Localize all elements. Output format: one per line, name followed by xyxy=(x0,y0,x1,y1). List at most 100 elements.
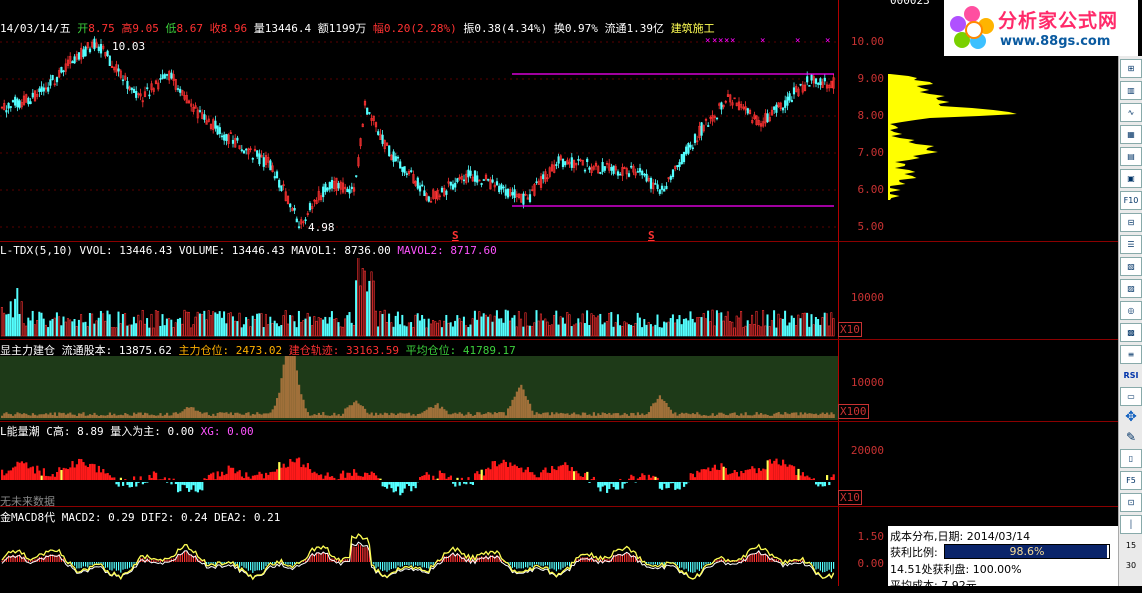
build-bar xyxy=(591,416,593,418)
candle-body xyxy=(131,88,133,90)
tide-chart[interactable] xyxy=(0,436,838,506)
volume-bar xyxy=(98,318,99,336)
float-label: 流通 xyxy=(605,22,627,35)
profit-line: 14.51处获利盘: 100.00% xyxy=(890,561,1022,577)
build-bar xyxy=(32,413,34,418)
toolbar-button[interactable]: ▦ xyxy=(1120,125,1142,144)
signal-star: × xyxy=(825,36,830,46)
tide-bar xyxy=(56,472,58,480)
candle-body xyxy=(468,170,470,177)
tide-bar xyxy=(124,479,126,480)
build-bar xyxy=(461,414,463,418)
toolbar-button[interactable]: ≡ xyxy=(1120,345,1142,364)
toolbar-button[interactable]: ☰ xyxy=(1120,235,1142,254)
tide-bar xyxy=(762,469,764,480)
build-bar xyxy=(734,412,736,418)
toolbar-button[interactable]: ▧ xyxy=(1120,257,1142,276)
tide-bar xyxy=(789,465,791,480)
tide-bar xyxy=(349,473,351,480)
volume-bar xyxy=(551,325,552,336)
tide-bar xyxy=(23,463,25,480)
volume-bar xyxy=(28,318,29,336)
build-bar xyxy=(355,401,357,418)
toolbar-button[interactable]: ▯ xyxy=(1120,449,1142,468)
toolbar-button[interactable]: ⊞ xyxy=(1120,59,1142,78)
period-30[interactable]: 30 xyxy=(1121,557,1141,574)
candle-body xyxy=(562,159,564,167)
volume-bar xyxy=(668,322,669,336)
toolbar-button[interactable]: │ xyxy=(1120,515,1142,534)
toolbar-button[interactable]: ∿ xyxy=(1120,103,1142,122)
toolbar-button[interactable]: ▨ xyxy=(1120,279,1142,298)
candle-body xyxy=(419,186,421,191)
volume-bar xyxy=(787,326,788,336)
volume-bar xyxy=(164,325,165,336)
toolbar-button[interactable]: ▤ xyxy=(1120,147,1142,166)
tide-bar xyxy=(767,460,769,480)
build-bar xyxy=(742,415,744,418)
volume-bar xyxy=(729,321,730,336)
toolbar-button-f5[interactable]: F5 xyxy=(1120,471,1142,490)
toolbar-button[interactable]: ◎ xyxy=(1120,301,1142,320)
tide-bar xyxy=(797,469,799,480)
toolbar-button[interactable]: ⊟ xyxy=(1120,213,1142,232)
tide-bar xyxy=(516,466,518,480)
volume-bar xyxy=(157,311,158,336)
candle-body xyxy=(325,184,327,192)
tide-bar xyxy=(362,477,364,480)
build-bar xyxy=(430,407,432,418)
volume-bar xyxy=(21,302,22,336)
tide-bar xyxy=(828,482,830,485)
tide-bar xyxy=(492,461,494,480)
price-chart[interactable]: ×××××××× xyxy=(0,0,838,240)
build-chart[interactable] xyxy=(0,356,838,420)
volume-bar xyxy=(699,317,700,336)
build-bar xyxy=(159,413,161,418)
volume-bar xyxy=(252,316,253,336)
toolbar-button[interactable]: ▩ xyxy=(1120,323,1142,342)
tide-bar xyxy=(683,482,685,487)
toolbar-button[interactable]: ▣ xyxy=(1120,169,1142,188)
site-logo[interactable]: 分析家公式网 www.88gs.com xyxy=(944,0,1138,56)
move-icon[interactable]: ✥ xyxy=(1121,409,1141,426)
tide-bar xyxy=(465,482,467,484)
pin-icon[interactable]: ✎ xyxy=(1121,429,1141,446)
tide-bar xyxy=(283,464,285,480)
close-value: 8.96 xyxy=(221,22,248,35)
tide-bar xyxy=(278,462,280,480)
build-bar xyxy=(135,414,137,418)
candle-body xyxy=(78,53,80,60)
build-bar xyxy=(538,414,540,418)
toolbar-button-rsi[interactable]: RSI xyxy=(1121,367,1141,384)
build-bar xyxy=(250,416,252,418)
build-bar xyxy=(597,413,599,418)
volume-bar xyxy=(558,325,559,336)
tide-bar xyxy=(505,462,507,480)
tide-bar xyxy=(575,471,577,480)
volume-bar xyxy=(243,325,244,336)
build-bar xyxy=(712,413,714,418)
period-15[interactable]: 15 xyxy=(1121,537,1141,554)
build-bar xyxy=(71,415,73,418)
candle-body xyxy=(474,171,476,182)
toolbar-button-f10[interactable]: F10 xyxy=(1120,191,1142,210)
tide-bar xyxy=(162,479,164,480)
build-bar xyxy=(256,412,258,418)
toolbar-button[interactable]: ▭ xyxy=(1120,387,1142,406)
volume-chart[interactable] xyxy=(0,258,838,338)
build-bar xyxy=(225,412,227,418)
build-bar xyxy=(379,413,381,418)
toolbar-button[interactable]: ▥ xyxy=(1120,81,1142,100)
macd-chart[interactable] xyxy=(0,522,838,586)
tide-bar xyxy=(188,482,190,492)
macd-tick: 1.50 xyxy=(840,530,884,543)
build-bar xyxy=(802,414,804,418)
build-bar xyxy=(767,415,769,418)
tide-bar xyxy=(749,469,751,480)
build-bar xyxy=(456,414,458,418)
toolbar-button[interactable]: ⊡ xyxy=(1120,493,1142,512)
build-bar xyxy=(10,414,12,418)
build-bar xyxy=(811,414,813,418)
tide-bar xyxy=(34,473,36,480)
tide-bar xyxy=(206,479,208,480)
